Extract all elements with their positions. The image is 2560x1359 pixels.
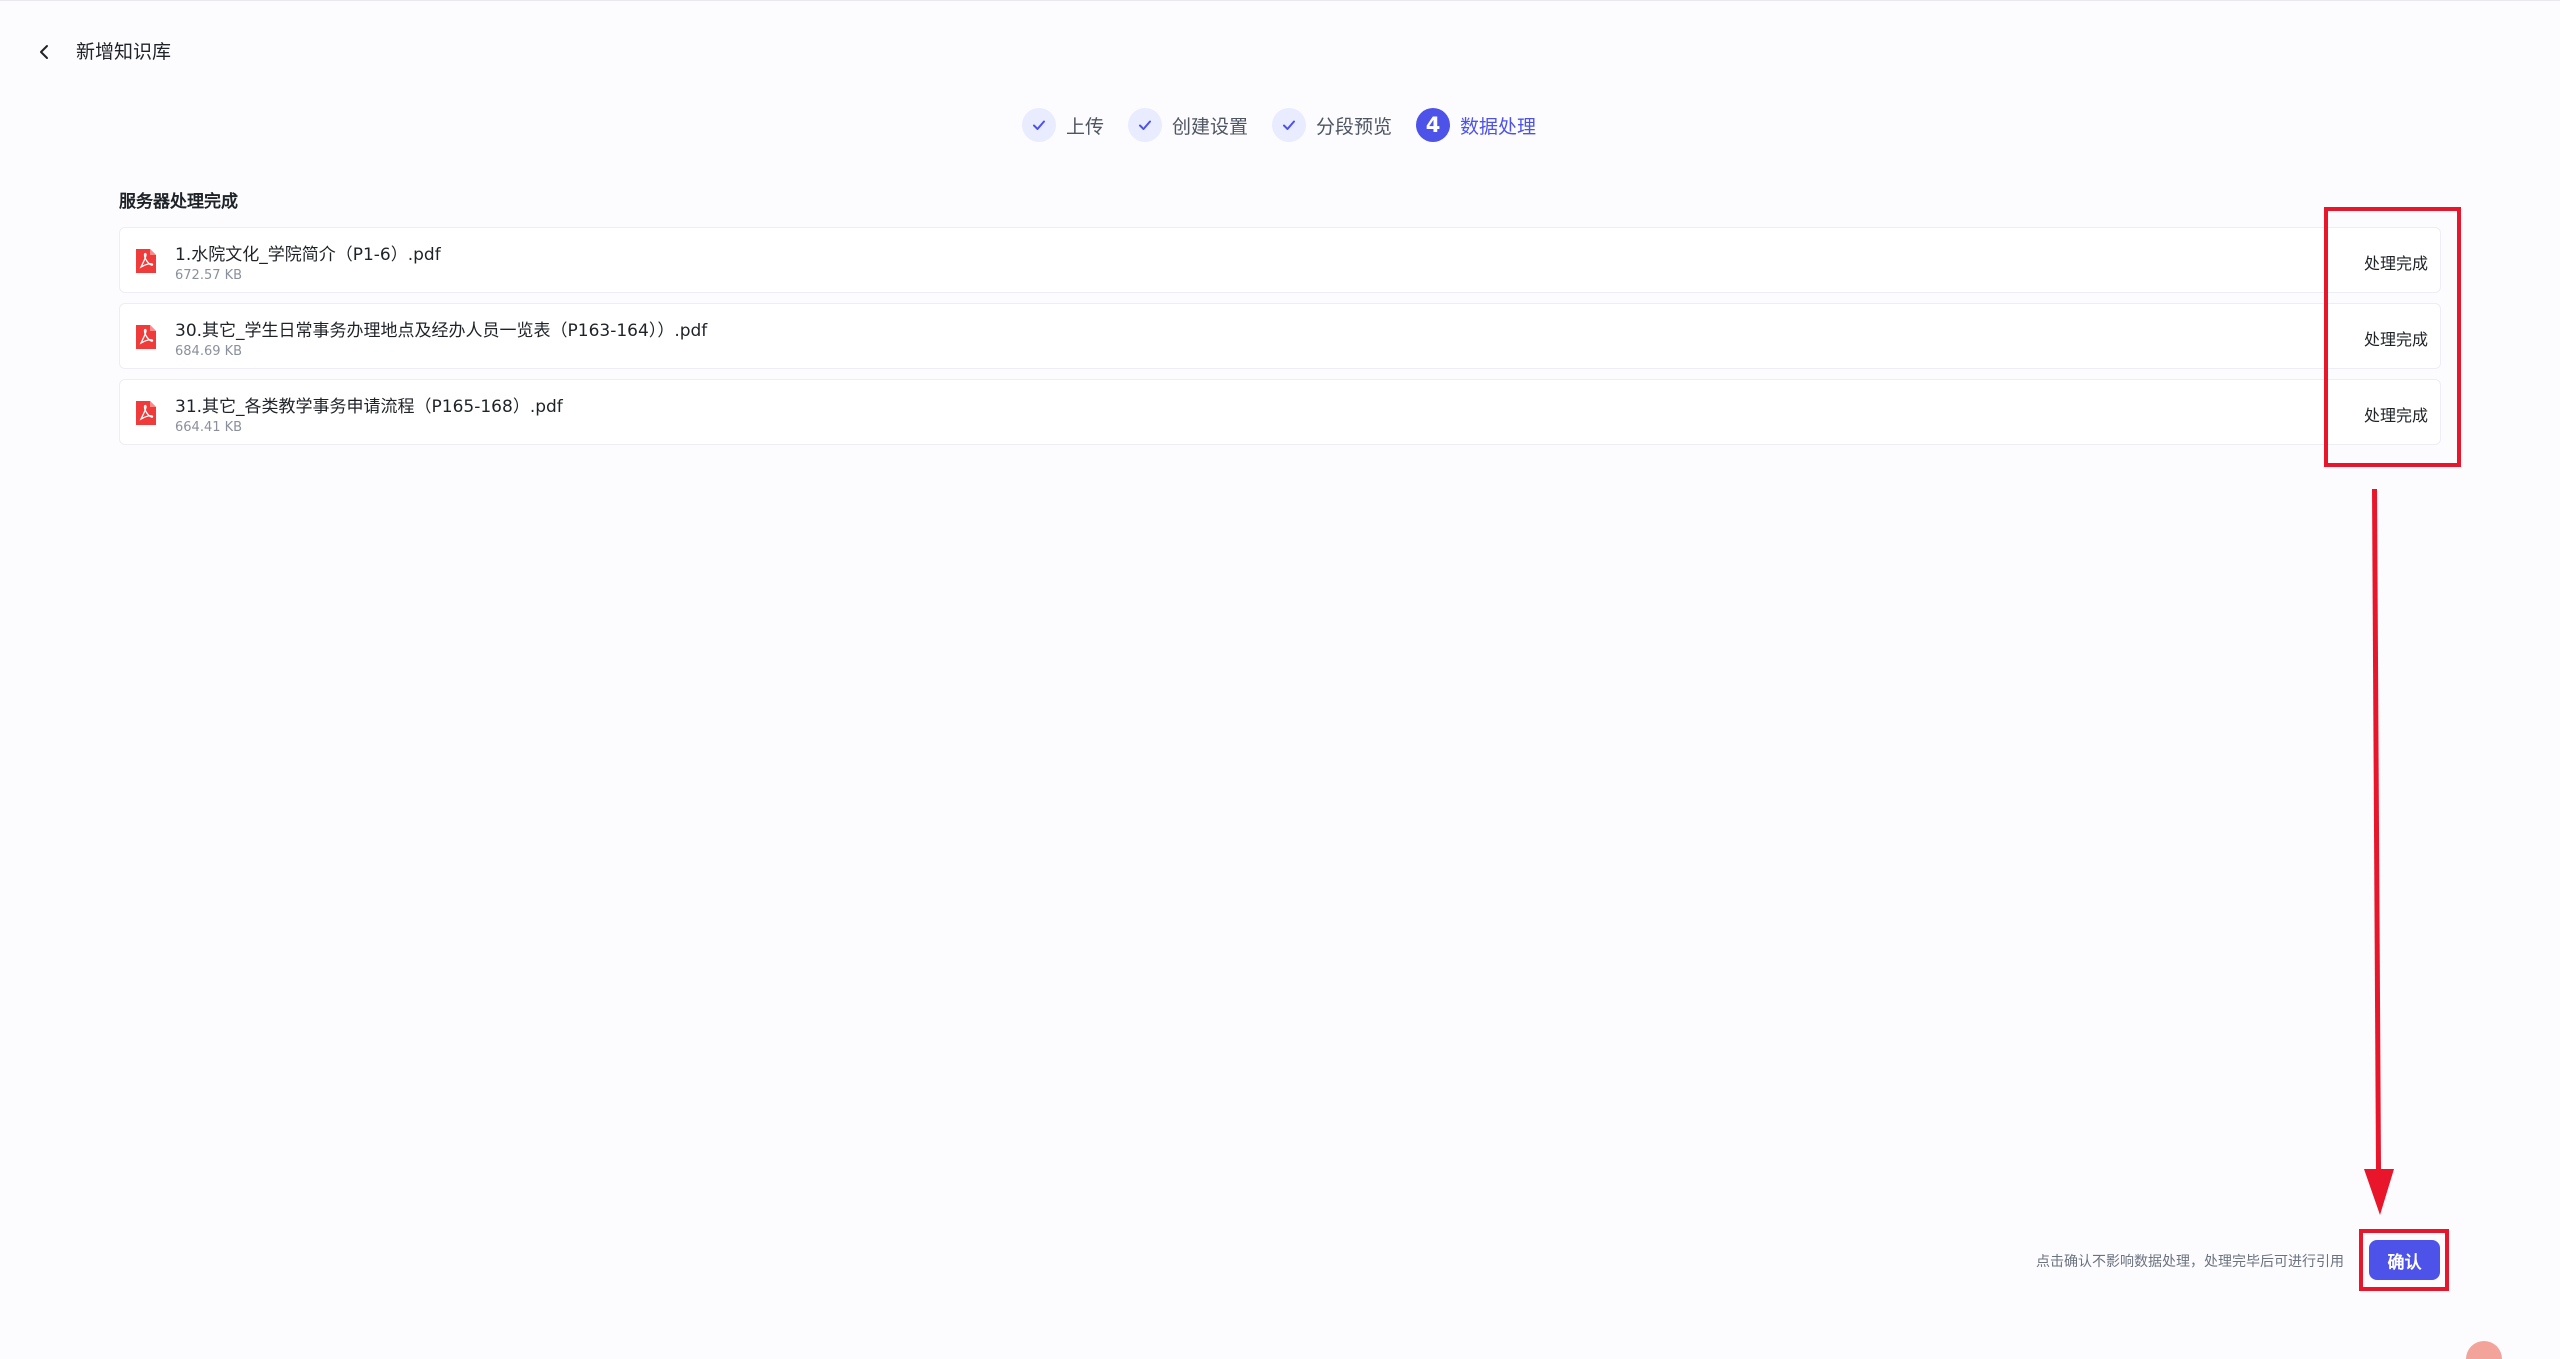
chevron-left-icon [40, 45, 48, 59]
step-label: 分段预览 [1316, 115, 1393, 138]
footer-hint: 点击确认不影响数据处理，处理完毕后可进行引用 [2036, 1254, 2344, 1270]
step-create-settings[interactable]: 创建设置 [1128, 108, 1248, 142]
annotation-arrow [2364, 489, 2394, 1215]
step-label: 数据处理 [1460, 115, 1537, 138]
file-row: 30.其它_学生日常事务办理地点及经办人员一览表（P163-164））.pdf … [119, 303, 2441, 369]
section-title: 服务器处理完成 [119, 192, 238, 212]
step-number: 4 [1416, 108, 1451, 142]
file-size: 664.41 KB [175, 420, 243, 435]
status-badge: 处理完成 [2363, 406, 2428, 425]
check-icon [1022, 108, 1056, 142]
pdf-icon [136, 401, 156, 425]
file-list: 1.水院文化_学院简介（P1-6）.pdf 672.57 KB 处理完成 30.… [119, 227, 2441, 455]
file-size: 672.57 KB [175, 268, 243, 283]
file-name: 30.其它_学生日常事务办理地点及经办人员一览表（P163-164））.pdf [175, 321, 708, 341]
page-title: 新增知识库 [76, 41, 172, 63]
file-row: 1.水院文化_学院简介（P1-6）.pdf 672.57 KB 处理完成 [119, 227, 2441, 293]
step-label: 创建设置 [1172, 115, 1249, 138]
confirm-button[interactable]: 确认 [2369, 1240, 2440, 1280]
file-name: 31.其它_各类教学事务申请流程（P165-168）.pdf [175, 397, 563, 417]
step-label: 上传 [1066, 115, 1105, 138]
check-icon [1272, 108, 1307, 142]
status-badge: 处理完成 [2363, 330, 2428, 349]
pdf-icon [136, 249, 156, 273]
step-segment-preview[interactable]: 分段预览 [1272, 108, 1392, 142]
stepper: 上传 创建设置 分段预览 4 数据处理 [1022, 107, 1536, 143]
file-size: 684.69 KB [175, 344, 243, 359]
status-badge: 处理完成 [2363, 254, 2428, 273]
back-button[interactable] [32, 39, 58, 65]
avatar[interactable] [2466, 1341, 2502, 1359]
pdf-icon [136, 325, 156, 349]
page: 新增知识库 上传 创建设置 分段预览 4 数据处理 服务器处理完成 1.水院文化… [0, 0, 2560, 1359]
file-name: 1.水院文化_学院简介（P1-6）.pdf [175, 245, 441, 265]
step-data-processing[interactable]: 4 数据处理 [1416, 108, 1536, 142]
check-icon [1128, 108, 1163, 142]
file-row: 31.其它_各类教学事务申请流程（P165-168）.pdf 664.41 KB… [119, 379, 2441, 445]
step-upload[interactable]: 上传 [1022, 108, 1104, 142]
